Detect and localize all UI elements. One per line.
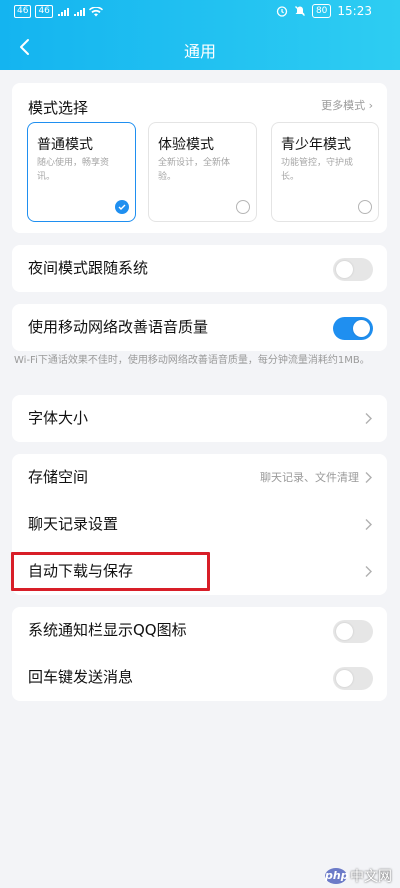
more-modes-link[interactable]: 更多模式 › bbox=[321, 97, 373, 113]
notification-group-card: 系统通知栏显示QQ图标 回车键发送消息 bbox=[12, 607, 387, 701]
row-label: 字体大小 bbox=[28, 409, 89, 427]
toggle-knob bbox=[336, 261, 353, 278]
battery-icon: 80 bbox=[311, 4, 332, 18]
mobile-voice-note: Wi-Fi下通话效果不佳时，使用移动网络改善语音质量，每分钟流量消耗约1MB。 bbox=[14, 355, 370, 366]
chat-settings-row[interactable]: 聊天记录设置 bbox=[12, 501, 387, 548]
qq-icon-toggle[interactable] bbox=[333, 620, 373, 643]
radio-icon bbox=[358, 200, 372, 214]
mode-name: 体验模式 bbox=[158, 137, 214, 153]
mobile-voice-toggle[interactable] bbox=[333, 317, 373, 340]
wifi-icon bbox=[88, 6, 103, 16]
font-size-card: 字体大小 bbox=[12, 395, 387, 442]
status-bar: 46 46 80 15:23 bbox=[0, 0, 400, 26]
chevron-right-icon bbox=[365, 413, 372, 424]
mobile-voice-row: 使用移动网络改善语音质量 bbox=[12, 304, 387, 351]
mode-card-normal[interactable]: 普通模式 随心使用，畅享资讯。 bbox=[27, 122, 136, 222]
mobile-voice-card: 使用移动网络改善语音质量 bbox=[12, 304, 387, 351]
header: 46 46 80 15:23 通用 bbox=[0, 0, 400, 70]
row-label: 聊天记录设置 bbox=[28, 515, 119, 533]
alarm-icon bbox=[276, 6, 288, 17]
status-time: 15:23 bbox=[337, 4, 372, 18]
row-label: 使用移动网络改善语音质量 bbox=[28, 318, 209, 336]
mode-description: 功能管控，守护成长。 bbox=[281, 158, 354, 182]
toggle-knob bbox=[336, 670, 353, 687]
night-mode-card: 夜间模式跟随系统 bbox=[12, 245, 387, 292]
row-label: 夜间模式跟随系统 bbox=[28, 259, 149, 277]
watermark: php 中文网 bbox=[325, 866, 392, 886]
mode-selection-heading: 模式选择 bbox=[28, 99, 89, 117]
page-title: 通用 bbox=[183, 42, 216, 61]
network-type-icon-2: 46 bbox=[35, 5, 53, 18]
signal-icon bbox=[57, 7, 69, 16]
enter-send-row: 回车键发送消息 bbox=[12, 654, 387, 701]
signal-icon-2 bbox=[73, 7, 85, 16]
mode-name: 普通模式 bbox=[37, 137, 93, 153]
storage-row[interactable]: 存储空间 聊天记录、文件清理 bbox=[12, 454, 387, 501]
status-right: 80 15:23 bbox=[276, 4, 372, 18]
chevron-right-icon bbox=[365, 566, 372, 577]
enter-send-toggle[interactable] bbox=[333, 667, 373, 690]
watermark-text: 中文网 bbox=[350, 869, 392, 885]
night-mode-row: 夜间模式跟随系统 bbox=[12, 245, 387, 292]
signal-indicators: 46 46 bbox=[14, 5, 103, 18]
row-label: 回车键发送消息 bbox=[28, 668, 134, 686]
check-icon bbox=[115, 200, 129, 214]
chevron-right-icon bbox=[365, 472, 372, 483]
toggle-knob bbox=[336, 623, 353, 640]
mode-card-teen[interactable]: 青少年模式 功能管控，守护成长。 bbox=[271, 122, 379, 222]
font-size-row[interactable]: 字体大小 bbox=[12, 395, 387, 442]
mode-description: 全新设计，全新体验。 bbox=[158, 158, 231, 182]
mode-description: 随心使用，畅享资讯。 bbox=[37, 158, 110, 182]
mode-selection-card: 模式选择 更多模式 › 普通模式 随心使用，畅享资讯。 体验模式 全新设计，全新… bbox=[12, 83, 387, 233]
qq-icon-row: 系统通知栏显示QQ图标 bbox=[12, 607, 387, 654]
toggle-knob bbox=[353, 320, 370, 337]
mode-name: 青少年模式 bbox=[281, 137, 351, 153]
storage-hint: 聊天记录、文件清理 bbox=[260, 471, 359, 484]
network-type-icon: 46 bbox=[14, 5, 32, 18]
watermark-logo: php bbox=[325, 868, 349, 884]
title-bar: 通用 bbox=[0, 28, 400, 68]
mode-card-experience[interactable]: 体验模式 全新设计，全新体验。 bbox=[148, 122, 257, 222]
mute-icon bbox=[294, 6, 305, 16]
radio-icon bbox=[236, 200, 250, 214]
row-label: 系统通知栏显示QQ图标 bbox=[28, 621, 187, 639]
highlight-box bbox=[11, 552, 210, 591]
night-mode-toggle[interactable] bbox=[333, 258, 373, 281]
chevron-right-icon bbox=[365, 519, 372, 530]
row-label: 存储空间 bbox=[28, 468, 89, 486]
